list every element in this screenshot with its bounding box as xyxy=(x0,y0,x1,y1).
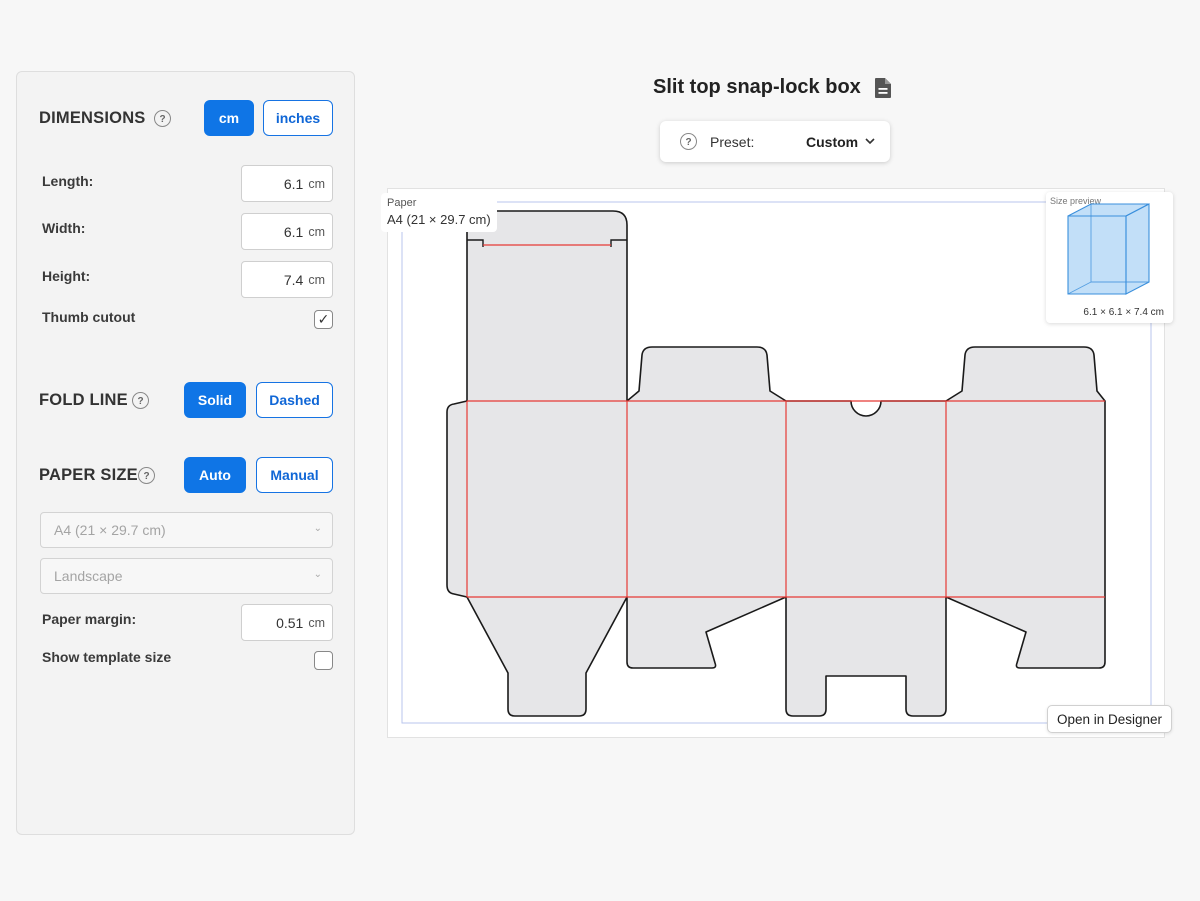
open-in-designer-button[interactable]: Open in Designer xyxy=(1047,705,1172,733)
dieline-cut-outline xyxy=(446,210,1106,717)
paper-tag-value: A4 (21 × 29.7 cm) xyxy=(387,212,491,227)
cube-icon xyxy=(1067,203,1150,295)
paper-info-tag: Paper A4 (21 × 29.7 cm) xyxy=(381,193,497,232)
size-preview-card: Size preview 6.1 × 6.1 × 7.4 cm xyxy=(1046,192,1173,323)
paper-tag-title: Paper xyxy=(387,197,417,209)
dieline-drawing xyxy=(401,201,1152,724)
size-preview-dimensions: 6.1 × 6.1 × 7.4 cm xyxy=(1083,307,1164,318)
